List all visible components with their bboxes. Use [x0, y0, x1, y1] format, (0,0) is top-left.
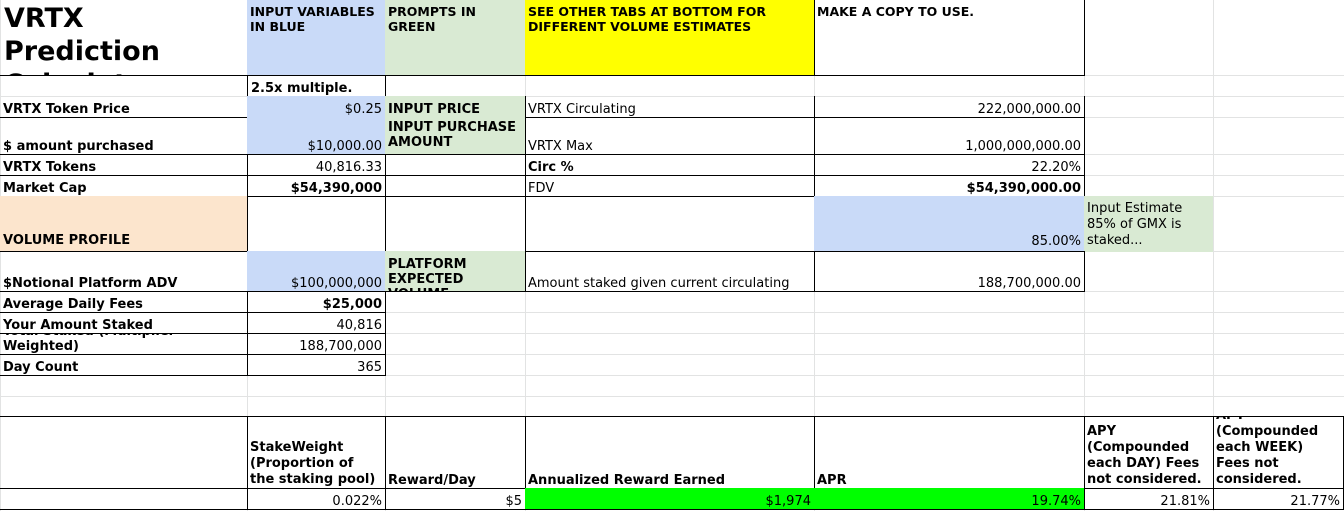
header-apr[interactable]: APR [814, 416, 1085, 489]
empty-cell[interactable] [525, 196, 815, 252]
label-token-price[interactable]: VRTX Token Price [0, 96, 248, 118]
value-your-staked[interactable]: 40,816 [247, 312, 386, 334]
empty-cell[interactable] [247, 196, 386, 252]
label-market-cap[interactable]: Market Cap [0, 175, 248, 197]
empty-cell[interactable] [0, 488, 248, 510]
label-amount-purchased[interactable]: $ amount purchased [0, 117, 248, 155]
label-your-staked[interactable]: Your Amount Staked [0, 312, 248, 334]
input-amount-purchased[interactable]: $10,000.00 [247, 117, 386, 155]
prompt-line-1: PLATFORM [388, 257, 467, 272]
prompt-input-price[interactable]: INPUT PRICE [385, 96, 526, 118]
value-stakeweight[interactable]: 0.022% [247, 488, 386, 510]
header-reward-day[interactable]: Reward/Day [385, 416, 526, 489]
value-total-staked[interactable]: 188,700,000 [247, 333, 386, 355]
multiple-label[interactable]: 2.5x multiple. [247, 75, 386, 97]
gridline [0, 396, 1344, 397]
note-input-variables[interactable]: INPUT VARIABLES IN BLUE [247, 0, 386, 76]
label-vrtx-circulating[interactable]: VRTX Circulating [525, 96, 815, 118]
note-make-copy[interactable]: MAKE A COPY TO USE. [814, 0, 1085, 76]
label-daily-fees[interactable]: Average Daily Fees [0, 291, 248, 313]
prompt-line-2: AMOUNT [388, 135, 453, 150]
empty-cell[interactable] [385, 154, 526, 176]
empty-cell[interactable] [0, 416, 248, 489]
value-day-count[interactable]: 365 [247, 354, 386, 376]
value-apy-week[interactable]: 21.77% [1213, 488, 1344, 510]
page-title[interactable]: VRTX Prediction Calculator: [0, 0, 248, 76]
note-other-tabs[interactable]: SEE OTHER TABS AT BOTTOM FOR DIFFERENT V… [525, 0, 815, 76]
empty-cell[interactable] [385, 196, 526, 252]
value-apr[interactable]: 19.74% [814, 488, 1085, 510]
input-staked-pct[interactable]: 85.00% [814, 196, 1085, 252]
prompt-platform-volume[interactable]: PLATFORM EXPECTED VOLUME [385, 251, 526, 292]
header-apy-day[interactable]: APY (Compounded each DAY) Fees not consi… [1084, 416, 1214, 489]
header-annualized-reward[interactable]: Annualized Reward Earned [525, 416, 815, 489]
value-apy-day[interactable]: 21.81% [1084, 488, 1214, 510]
label-notional-adv[interactable]: $Notional Platform ADV [0, 251, 248, 292]
title-line-1: VRTX Prediction [4, 3, 160, 67]
label-day-count[interactable]: Day Count [0, 354, 248, 376]
value-daily-fees[interactable]: $25,000 [247, 291, 386, 313]
value-vrtx-tokens[interactable]: 40,816.33 [247, 154, 386, 176]
spreadsheet-grid: VRTX Prediction Calculator: INPUT VARIAB… [0, 0, 1344, 511]
value-vrtx-circulating[interactable]: 222,000,000.00 [814, 96, 1085, 118]
value-reward-day[interactable]: $5 [385, 488, 526, 510]
label-vrtx-max[interactable]: VRTX Max [525, 117, 815, 155]
label-total-staked[interactable]: Total Staked (Multiplier Weighted) [0, 333, 248, 355]
value-amount-staked-circulating[interactable]: 188,700,000.00 [814, 251, 1085, 292]
note-prompts[interactable]: PROMPTS IN GREEN [385, 0, 526, 76]
value-fdv[interactable]: $54,390,000.00 [814, 175, 1085, 197]
value-annualized-reward[interactable]: $1,974 [525, 488, 815, 510]
prompt-line-2: EXPECTED VOLUME [388, 272, 464, 291]
input-token-price[interactable]: $0.25 [247, 96, 386, 118]
label-circ-pct[interactable]: Circ % [525, 154, 815, 176]
value-market-cap[interactable]: $54,390,000 [247, 175, 386, 197]
prompt-input-purchase[interactable]: INPUT PURCHASE AMOUNT [385, 117, 526, 155]
value-vrtx-max[interactable]: 1,000,000,000.00 [814, 117, 1085, 155]
section-volume-profile[interactable]: VOLUME PROFILE [0, 196, 248, 252]
label-amount-staked-circulating[interactable]: Amount staked given current circulating [525, 251, 815, 292]
title-line-2: Calculator: [4, 68, 243, 75]
header-apy-week[interactable]: APY (Compounded each WEEK) Fees not cons… [1213, 416, 1344, 489]
header-stakeweight[interactable]: StakeWeight (Proportion of the staking p… [247, 416, 386, 489]
input-notional-adv[interactable]: $100,000,000 [247, 251, 386, 292]
label-vrtx-tokens[interactable]: VRTX Tokens [0, 154, 248, 176]
value-circ-pct[interactable]: 22.20% [814, 154, 1085, 176]
label-fdv[interactable]: FDV [525, 175, 815, 197]
prompt-line-1: INPUT PURCHASE [388, 120, 517, 135]
note-input-estimate[interactable]: Input Estimate 85% of GMX is staked... [1084, 196, 1213, 252]
empty-cell[interactable] [385, 175, 526, 197]
